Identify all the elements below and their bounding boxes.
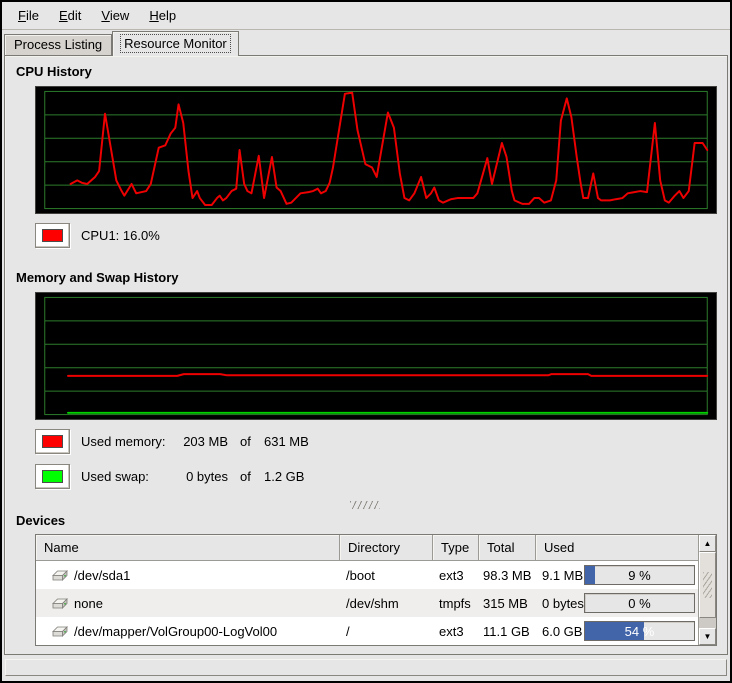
column-header-total[interactable]: Total bbox=[479, 535, 536, 561]
column-header-used[interactable]: Used bbox=[536, 535, 698, 561]
cpu-legend: CPU1: 16.0% bbox=[35, 223, 713, 248]
legend-label: Used swap: bbox=[81, 469, 178, 484]
device-directory: / bbox=[340, 624, 433, 639]
device-row[interactable]: /dev/sda1 /boot ext3 98.3 MB 9.1 MB 9 % bbox=[36, 561, 698, 589]
cpu-history-title: CPU History bbox=[16, 64, 713, 80]
legend-color-sample bbox=[42, 470, 63, 483]
menu-bar: FileEditViewHelp bbox=[2, 2, 730, 30]
device-name: /dev/sda1 bbox=[74, 568, 130, 583]
tab-resource-monitor[interactable]: Resource Monitor bbox=[112, 31, 239, 56]
column-header-type[interactable]: Type bbox=[433, 535, 479, 561]
usage-percent-label: 9 % bbox=[585, 566, 694, 584]
legend-color-swatch-button[interactable] bbox=[35, 429, 70, 454]
device-type: ext3 bbox=[433, 568, 479, 583]
device-row[interactable]: none /dev/shm tmpfs 315 MB 0 bytes 0 % bbox=[36, 589, 698, 617]
resource-monitor-panel: CPU History CPU1: 16.0% Memory and Swap … bbox=[4, 55, 728, 655]
scroll-down-button[interactable]: ▼ bbox=[699, 628, 716, 645]
legend-of: of bbox=[228, 434, 264, 449]
legend-value: 203 MB bbox=[178, 434, 228, 449]
device-name: none bbox=[74, 596, 103, 611]
usage-progress-bar: 9 % bbox=[584, 565, 695, 585]
scrollbar-thumb[interactable] bbox=[699, 552, 716, 618]
legend-color-sample bbox=[42, 435, 63, 448]
device-total: 315 MB bbox=[479, 596, 536, 611]
legend-total: 631 MB bbox=[264, 434, 309, 449]
legend-label: Used memory: bbox=[81, 434, 178, 449]
cpu-color-swatch-button[interactable] bbox=[35, 223, 70, 248]
device-total: 98.3 MB bbox=[479, 568, 536, 583]
legend-value: 0 bytes bbox=[178, 469, 228, 484]
devices-title: Devices bbox=[16, 513, 713, 529]
pane-resize-handle[interactable] bbox=[350, 501, 380, 509]
usage-percent-label: 54 % bbox=[585, 622, 694, 640]
device-used: 9.1 MB bbox=[536, 568, 584, 583]
device-name: /dev/mapper/VolGroup00-LogVol00 bbox=[74, 624, 277, 639]
memory-swap-history-graph bbox=[35, 292, 717, 420]
legend-total: 1.2 GB bbox=[264, 469, 304, 484]
usage-percent-label: 0 % bbox=[585, 594, 694, 612]
devices-table-main: NameDirectoryTypeTotalUsed /dev/sda1 /bo… bbox=[36, 535, 698, 645]
device-type: tmpfs bbox=[433, 596, 479, 611]
memory-legends: Used memory: 203 MB of 631 MB Used swap:… bbox=[16, 429, 713, 489]
menu-item-file[interactable]: File bbox=[8, 5, 49, 26]
device-total: 11.1 GB bbox=[479, 624, 536, 639]
disk-drive-icon bbox=[50, 596, 68, 610]
scroll-up-button[interactable]: ▲ bbox=[699, 535, 716, 552]
legend-color-swatch-button[interactable] bbox=[35, 464, 70, 489]
thumb-grip-icon bbox=[703, 572, 712, 598]
cpu-color-sample bbox=[42, 229, 63, 242]
column-header-directory[interactable]: Directory bbox=[340, 535, 433, 561]
devices-table-body: /dev/sda1 /boot ext3 98.3 MB 9.1 MB 9 % … bbox=[36, 561, 698, 645]
up-arrow-icon: ▲ bbox=[704, 540, 712, 548]
disk-drive-icon bbox=[50, 624, 68, 638]
menu-item-help[interactable]: Help bbox=[139, 5, 186, 26]
memory-legend-row: Used swap: 0 bytes of 1.2 GB bbox=[35, 464, 713, 489]
column-header-name[interactable]: Name bbox=[36, 535, 340, 561]
memory-swap-history-chart bbox=[36, 293, 716, 419]
device-directory: /boot bbox=[340, 568, 433, 583]
cpu-history-graph bbox=[35, 86, 717, 214]
disk-drive-icon bbox=[50, 568, 68, 582]
tab-process-listing[interactable]: Process Listing bbox=[4, 34, 112, 55]
tab-strip: Process ListingResource Monitor bbox=[2, 30, 730, 55]
app-window: FileEditViewHelp Process ListingResource… bbox=[0, 0, 732, 683]
devices-table: NameDirectoryTypeTotalUsed /dev/sda1 /bo… bbox=[35, 534, 717, 646]
scrollbar-track[interactable] bbox=[699, 552, 716, 628]
down-arrow-icon: ▼ bbox=[704, 633, 712, 641]
cpu-history-chart bbox=[36, 87, 716, 213]
device-row[interactable]: /dev/mapper/VolGroup00-LogVol00 / ext3 1… bbox=[36, 617, 698, 645]
device-directory: /dev/shm bbox=[340, 596, 433, 611]
cpu-legend-label: CPU1: 16.0% bbox=[81, 228, 160, 243]
menu-item-edit[interactable]: Edit bbox=[49, 5, 91, 26]
memory-swap-history-title: Memory and Swap History bbox=[16, 270, 713, 286]
memory-legend-row: Used memory: 203 MB of 631 MB bbox=[35, 429, 713, 454]
status-bar bbox=[5, 659, 727, 676]
device-used: 0 bytes bbox=[536, 596, 584, 611]
menu-item-view[interactable]: View bbox=[91, 5, 139, 26]
devices-table-header: NameDirectoryTypeTotalUsed bbox=[36, 535, 698, 561]
device-type: ext3 bbox=[433, 624, 479, 639]
usage-progress-bar: 54 % bbox=[584, 621, 695, 641]
device-used: 6.0 GB bbox=[536, 624, 584, 639]
vertical-scrollbar[interactable]: ▲ ▼ bbox=[698, 535, 716, 645]
usage-progress-bar: 0 % bbox=[584, 593, 695, 613]
legend-of: of bbox=[228, 469, 264, 484]
